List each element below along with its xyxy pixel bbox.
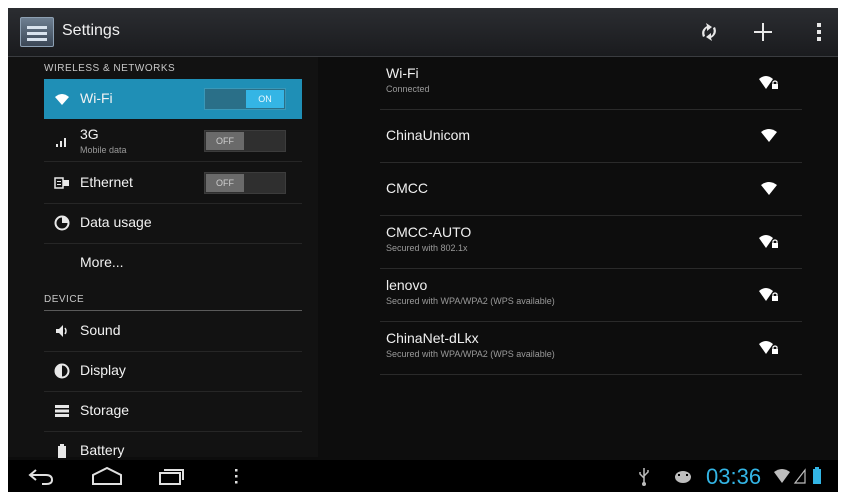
toggle-label: OFF — [206, 132, 244, 150]
network-row[interactable]: lenovo Secured with WPA/WPA2 (WPS availa… — [380, 269, 802, 322]
network-status: Secured with WPA/WPA2 (WPS available) — [386, 349, 555, 359]
sidebar-item-3g[interactable]: 3G Mobile data OFF — [44, 121, 302, 162]
sidebar-item-wifi[interactable]: Wi-Fi ON — [44, 79, 302, 119]
wifi-signal-locked-icon — [759, 288, 778, 301]
settings-app-icon[interactable] — [20, 17, 54, 47]
menu-icon[interactable] — [230, 464, 242, 488]
action-bar: Settings — [8, 8, 838, 57]
wifi-icon — [55, 94, 69, 105]
data-usage-icon — [54, 215, 70, 231]
plus-icon — [754, 23, 772, 41]
signal-status-icon — [793, 468, 806, 484]
battery-icon — [58, 444, 66, 458]
wifi-signal-locked-icon — [759, 76, 778, 89]
network-ssid: ChinaUnicom — [386, 127, 471, 143]
network-row[interactable]: ChinaUnicom — [380, 110, 802, 163]
network-ssid: lenovo — [386, 277, 428, 293]
device-screen: Settings WIRELESS & NETWORKS Wi-Fi ON 3G… — [8, 8, 838, 492]
system-nav-bar: 03:36 — [8, 460, 838, 492]
sync-icon — [702, 23, 716, 41]
speaker-icon — [56, 325, 67, 337]
sidebar-item-label: Sound — [80, 322, 121, 338]
network-row[interactable]: CMCC — [380, 163, 802, 216]
home-icon[interactable] — [90, 464, 124, 488]
overflow-menu-icon — [817, 23, 821, 41]
settings-sidebar: WIRELESS & NETWORKS Wi-Fi ON 3G Mobile d… — [8, 57, 318, 458]
network-status: Secured with WPA/WPA2 (WPS available) — [386, 296, 555, 306]
network-row[interactable]: ChinaNet-dLkx Secured with WPA/WPA2 (WPS… — [380, 322, 802, 375]
wifi-status-icon — [774, 469, 790, 483]
section-header-wireless: WIRELESS & NETWORKS — [44, 63, 176, 74]
sidebar-item-label: Data usage — [80, 214, 152, 230]
ethernet-icon — [54, 177, 69, 189]
network-status: Connected — [386, 84, 430, 94]
sidebar-item-display[interactable]: Display — [44, 351, 302, 392]
back-icon[interactable] — [26, 464, 56, 488]
storage-icon — [55, 405, 69, 417]
network-ssid: CMCC-AUTO — [386, 224, 472, 240]
network-ssid: ChinaNet-dLkx — [386, 330, 479, 346]
sidebar-item-ethernet[interactable]: Ethernet OFF — [44, 163, 302, 204]
ethernet-toggle[interactable]: OFF — [204, 172, 286, 194]
sidebar-item-data-usage[interactable]: Data usage — [44, 203, 302, 244]
signal-bars-icon — [56, 138, 66, 147]
wifi-network-list: Wi-Fi Connected ChinaUnicom CMCC CMCC-AU… — [380, 57, 812, 457]
wifi-signal-icon — [761, 182, 777, 195]
sidebar-item-label: 3G — [80, 126, 99, 142]
sync-button[interactable] — [691, 16, 727, 48]
sidebar-item-label: Ethernet — [80, 174, 133, 190]
network-ssid: Wi-Fi — [386, 65, 419, 81]
network-row[interactable]: Wi-Fi Connected — [380, 57, 802, 110]
recent-apps-icon[interactable] — [156, 464, 186, 488]
wifi-toggle[interactable]: ON — [204, 88, 286, 110]
network-row[interactable]: CMCC-AUTO Secured with 802.1x — [380, 216, 802, 269]
sidebar-item-label: Storage — [80, 402, 130, 418]
sidebar-item-label: Battery — [80, 442, 125, 458]
sidebar-item-storage[interactable]: Storage — [44, 391, 302, 432]
page-title: Settings — [62, 22, 120, 39]
overflow-menu-button[interactable] — [801, 16, 837, 48]
android-debug-icon — [675, 471, 691, 483]
section-header-device: DEVICE — [44, 294, 85, 305]
toggle-label: ON — [246, 90, 284, 108]
usb-icon — [639, 468, 649, 486]
sidebar-item-sublabel: Mobile data — [80, 145, 127, 155]
network-ssid: CMCC — [386, 180, 428, 196]
add-network-button[interactable] — [745, 16, 781, 48]
sidebar-item-more[interactable]: More... — [44, 243, 302, 283]
battery-status-icon — [813, 467, 821, 484]
sidebar-item-sound[interactable]: Sound — [44, 311, 302, 352]
sidebar-item-label: More... — [80, 254, 124, 270]
3g-toggle[interactable]: OFF — [204, 130, 286, 152]
sidebar-item-label: Display — [80, 362, 126, 378]
wifi-signal-locked-icon — [759, 235, 778, 248]
wifi-signal-locked-icon — [759, 341, 778, 354]
sidebar-item-label: Wi-Fi — [80, 90, 113, 106]
status-clock: 03:36 — [706, 464, 762, 489]
network-status: Secured with 802.1x — [386, 243, 468, 253]
toggle-label: OFF — [206, 174, 244, 192]
wifi-signal-icon — [761, 129, 777, 142]
display-icon — [54, 363, 70, 379]
